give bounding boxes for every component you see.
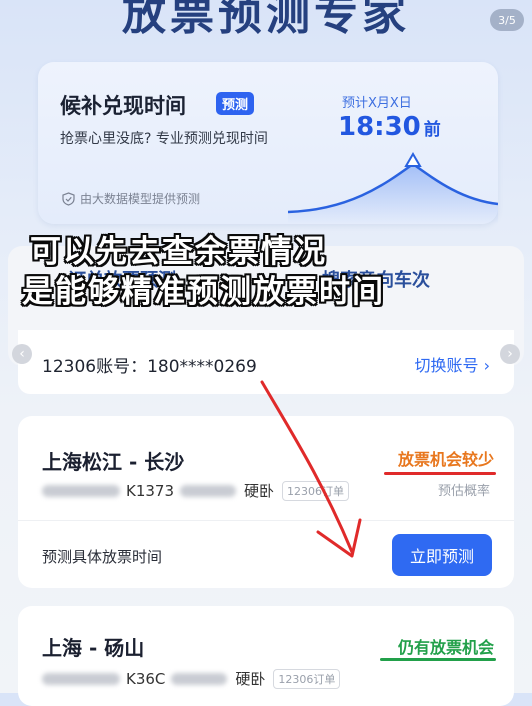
prediction-note: 由大数据模型提供预测 <box>62 190 200 207</box>
annotation-underline <box>380 658 496 661</box>
blurred-time <box>171 672 228 685</box>
caption-line-2: 是能够精准预测放票时间 <box>22 274 385 310</box>
switch-account-link[interactable]: 切换账号 › <box>415 352 491 376</box>
prediction-title: 候补兑现时间 <box>60 94 186 118</box>
divider <box>18 520 514 521</box>
distribution-curve-icon <box>288 152 498 224</box>
train-number: K36C <box>126 669 166 688</box>
train-number: K1373 <box>126 481 175 500</box>
account-card: 12306账号：180****0269 切换账号 › <box>18 330 514 394</box>
annotation-underline <box>384 472 496 475</box>
train-route: 上海松江 - 长沙 <box>42 450 185 474</box>
ticket-chance-label: 仍有放票机会 <box>397 638 494 657</box>
prediction-card: 候补兑现时间 预测 抢票心里没底? 专业预测兑现时间 预计X月X日 18:30 前… <box>38 62 498 224</box>
seat-type: 硬卧 <box>244 482 275 500</box>
account-info: 12306账号：180****0269 <box>42 352 257 377</box>
seat-type: 硬卧 <box>235 670 266 688</box>
prediction-time-suffix: 前 <box>423 120 441 140</box>
train-route: 上海 - 砀山 <box>42 636 145 660</box>
prediction-tag: 预测 <box>216 92 255 115</box>
page-indicator: 3/5 <box>490 9 524 31</box>
prediction-note-text: 由大数据模型提供预测 <box>80 192 201 206</box>
shield-check-icon <box>62 191 75 206</box>
order-tag: 12306订单 <box>282 480 350 501</box>
prediction-estimate-label: 预计X月X日 <box>342 96 412 111</box>
predict-now-button[interactable]: 立即预测 <box>392 534 492 576</box>
caption-line-1: 可以先去查余票情况 <box>30 234 327 270</box>
carousel-prev-icon[interactable]: ‹ <box>12 344 32 364</box>
prediction-time: 18:30 前 <box>338 112 441 142</box>
prediction-subtitle: 抢票心里没底? 专业预测兑现时间 <box>60 131 268 147</box>
probability-label: 预估概率 <box>437 484 490 499</box>
account-label: 12306账号： <box>42 357 148 377</box>
order-tag: 12306订单 <box>273 668 341 689</box>
account-number: 180****0269 <box>147 357 257 377</box>
predict-time-label: 预测具体放票时间 <box>42 548 163 566</box>
prediction-time-value: 18:30 <box>338 112 421 142</box>
ticket-chance-label: 放票机会较少 <box>397 450 494 469</box>
page-title: 放票预测专家 <box>122 0 410 40</box>
train-details: K1373 硬卧 12306订单 <box>42 480 350 501</box>
carousel-next-icon[interactable]: › <box>500 344 520 364</box>
train-card[interactable]: 上海 - 砀山 仍有放票机会 K36C 硬卧 12306订单 <box>18 606 514 706</box>
blurred-date <box>42 672 120 685</box>
blurred-date <box>42 484 120 497</box>
train-details: K36C 硬卧 12306订单 <box>42 668 341 689</box>
train-card[interactable]: 上海松江 - 长沙 放票机会较少 预估概率 K1373 硬卧 12306订单 预… <box>18 416 514 588</box>
blurred-time <box>180 484 237 497</box>
